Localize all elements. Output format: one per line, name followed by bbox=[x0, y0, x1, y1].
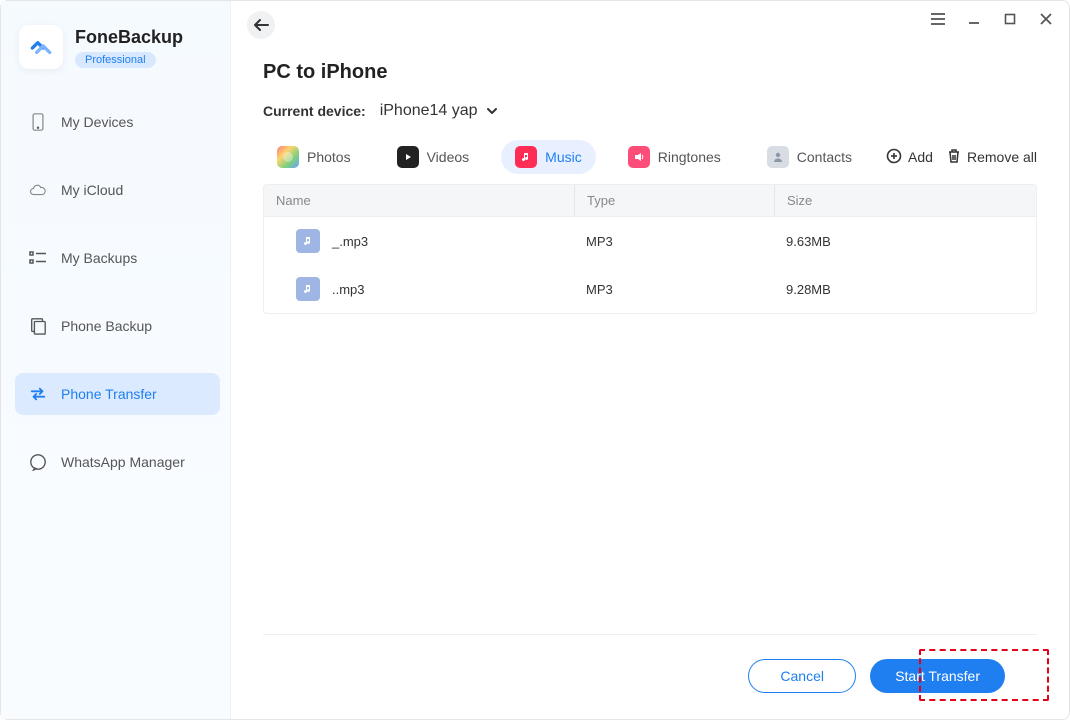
remove-all-button[interactable]: Remove all bbox=[947, 148, 1037, 167]
tab-photos[interactable]: Photos bbox=[263, 140, 365, 174]
table-row[interactable]: _.mp3 MP3 9.63MB bbox=[264, 217, 1036, 265]
file-table: Name Type Size _.mp3 bbox=[263, 184, 1037, 314]
table-row[interactable]: ..mp3 MP3 9.28MB bbox=[264, 265, 1036, 313]
tab-videos[interactable]: Videos bbox=[383, 140, 484, 174]
tab-ringtones[interactable]: Ringtones bbox=[614, 140, 735, 174]
device-row: Current device: iPhone14 yap bbox=[263, 102, 1037, 120]
menu-icon[interactable] bbox=[929, 10, 947, 28]
brand-tier-badge: Professional bbox=[75, 52, 156, 68]
col-header-name[interactable]: Name bbox=[264, 185, 574, 216]
contacts-icon bbox=[767, 146, 789, 168]
trash-icon bbox=[947, 148, 961, 167]
maximize-button[interactable] bbox=[1001, 10, 1019, 28]
ringtones-icon bbox=[628, 146, 650, 168]
sidebar-item-my-icloud[interactable]: My iCloud bbox=[15, 169, 220, 211]
sidebar-item-label: WhatsApp Manager bbox=[61, 454, 185, 470]
tab-label: Music bbox=[545, 149, 582, 165]
device-select[interactable]: iPhone14 yap bbox=[380, 102, 498, 120]
file-name: ..mp3 bbox=[332, 282, 365, 297]
file-type: MP3 bbox=[574, 274, 774, 305]
phone-icon bbox=[29, 113, 47, 131]
audio-file-icon bbox=[296, 229, 320, 253]
chevron-down-icon bbox=[486, 102, 498, 120]
tab-contacts[interactable]: Contacts bbox=[753, 140, 866, 174]
minimize-button[interactable] bbox=[965, 10, 983, 28]
brand: FoneBackup Professional bbox=[11, 19, 220, 83]
sidebar-item-label: My Backups bbox=[61, 250, 137, 266]
sidebar-nav: My Devices My iCloud My Backups Phone Ba… bbox=[11, 101, 220, 483]
remove-all-label: Remove all bbox=[967, 149, 1037, 165]
tab-label: Contacts bbox=[797, 149, 852, 165]
cloud-icon bbox=[29, 181, 47, 199]
tab-music[interactable]: Music bbox=[501, 140, 596, 174]
current-device-name: iPhone14 yap bbox=[380, 102, 478, 120]
cancel-button[interactable]: Cancel bbox=[748, 659, 856, 693]
category-toolbar: Photos Videos Music bbox=[263, 140, 1037, 174]
tab-label: Ringtones bbox=[658, 149, 721, 165]
close-button[interactable] bbox=[1037, 10, 1055, 28]
sidebar-item-phone-backup[interactable]: Phone Backup bbox=[15, 305, 220, 347]
add-button[interactable]: Add bbox=[886, 148, 933, 167]
app-logo bbox=[19, 25, 63, 69]
current-device-label: Current device: bbox=[263, 103, 366, 119]
start-transfer-button[interactable]: Start Transfer bbox=[870, 659, 1005, 693]
music-icon bbox=[515, 146, 537, 168]
page-title: PC to iPhone bbox=[263, 61, 1037, 84]
file-name: _.mp3 bbox=[332, 234, 368, 249]
sidebar-item-whatsapp-manager[interactable]: WhatsApp Manager bbox=[15, 441, 220, 483]
file-size: 9.63MB bbox=[774, 226, 1036, 257]
sidebar-item-label: My iCloud bbox=[61, 182, 123, 198]
tab-label: Photos bbox=[307, 149, 351, 165]
backup-icon bbox=[29, 317, 47, 335]
sidebar-item-phone-transfer[interactable]: Phone Transfer bbox=[15, 373, 220, 415]
add-label: Add bbox=[908, 149, 933, 165]
col-header-size[interactable]: Size bbox=[774, 185, 1036, 216]
tab-label: Videos bbox=[427, 149, 470, 165]
table-header: Name Type Size bbox=[264, 185, 1036, 217]
titlebar bbox=[231, 1, 1069, 37]
sidebar-item-label: My Devices bbox=[61, 114, 133, 130]
sidebar-item-label: Phone Transfer bbox=[61, 386, 157, 402]
sidebar: FoneBackup Professional My Devices My iC… bbox=[1, 1, 231, 719]
brand-name: FoneBackup bbox=[75, 27, 183, 48]
audio-file-icon bbox=[296, 277, 320, 301]
sidebar-item-label: Phone Backup bbox=[61, 318, 152, 334]
videos-icon bbox=[397, 146, 419, 168]
file-type: MP3 bbox=[574, 226, 774, 257]
chat-icon bbox=[29, 453, 47, 471]
footer: Cancel Start Transfer bbox=[263, 634, 1037, 719]
back-button[interactable] bbox=[247, 11, 275, 39]
transfer-icon bbox=[29, 385, 47, 403]
sidebar-item-my-devices[interactable]: My Devices bbox=[15, 101, 220, 143]
photos-icon bbox=[277, 146, 299, 168]
list-icon bbox=[29, 249, 47, 267]
sidebar-item-my-backups[interactable]: My Backups bbox=[15, 237, 220, 279]
plus-circle-icon bbox=[886, 148, 902, 167]
main-panel: PC to iPhone Current device: iPhone14 ya… bbox=[231, 1, 1069, 719]
col-header-type[interactable]: Type bbox=[574, 185, 774, 216]
file-size: 9.28MB bbox=[774, 274, 1036, 305]
